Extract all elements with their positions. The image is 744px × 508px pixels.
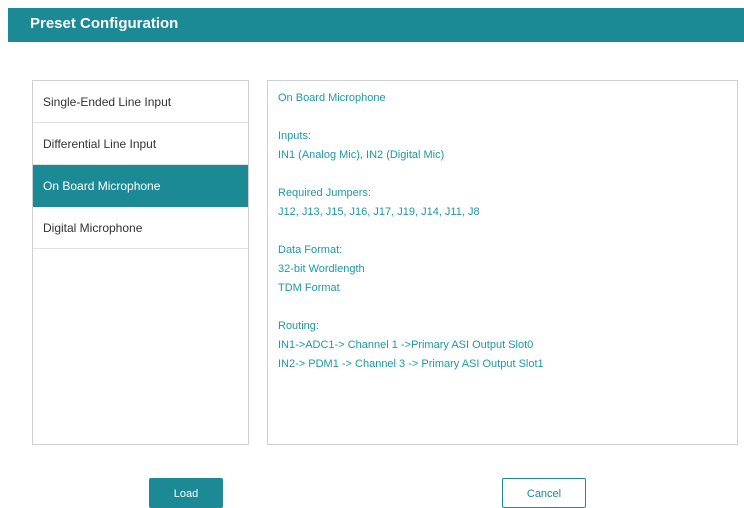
data-format-wordlength: 32-bit Wordlength [278, 263, 365, 275]
preset-details-panel: On Board Microphone Inputs: IN1 (Analog … [267, 80, 738, 445]
preset-list: Single-Ended Line Input Differential Lin… [32, 80, 249, 445]
preset-item-label: Differential Line Input [43, 136, 157, 151]
preset-item-label: Single-Ended Line Input [43, 94, 172, 109]
preset-item-digital-microphone[interactable]: Digital Microphone [33, 207, 248, 249]
jumpers-value: J12, J13, J15, J16, J17, J19, J14, J11, … [278, 206, 480, 218]
inputs-heading: Inputs: [278, 130, 312, 142]
preset-item-single-ended-line-input[interactable]: Single-Ended Line Input [33, 81, 248, 123]
preset-item-on-board-microphone[interactable]: On Board Microphone [33, 165, 248, 207]
jumpers-heading: Required Jumpers: [278, 187, 371, 199]
inputs-value: IN1 (Analog Mic), IN2 (Digital Mic) [278, 149, 445, 161]
routing-line: IN1->ADC1-> Channel 1 ->Primary ASI Outp… [278, 339, 534, 351]
dialog-title-bar: Preset Configuration [8, 8, 744, 42]
data-format-heading: Data Format: [278, 244, 343, 256]
preset-item-label: Digital Microphone [43, 220, 143, 235]
data-format-tdm: TDM Format [278, 282, 340, 294]
routing-line: IN2-> PDM1 -> Channel 3 -> Primary ASI O… [278, 358, 544, 370]
preset-item-differential-line-input[interactable]: Differential Line Input [33, 123, 248, 165]
routing-heading: Routing: [278, 320, 319, 332]
dialog-title: Preset Configuration [30, 15, 179, 32]
preset-item-label: On Board Microphone [43, 178, 161, 193]
preset-details-name: On Board Microphone [278, 92, 386, 104]
